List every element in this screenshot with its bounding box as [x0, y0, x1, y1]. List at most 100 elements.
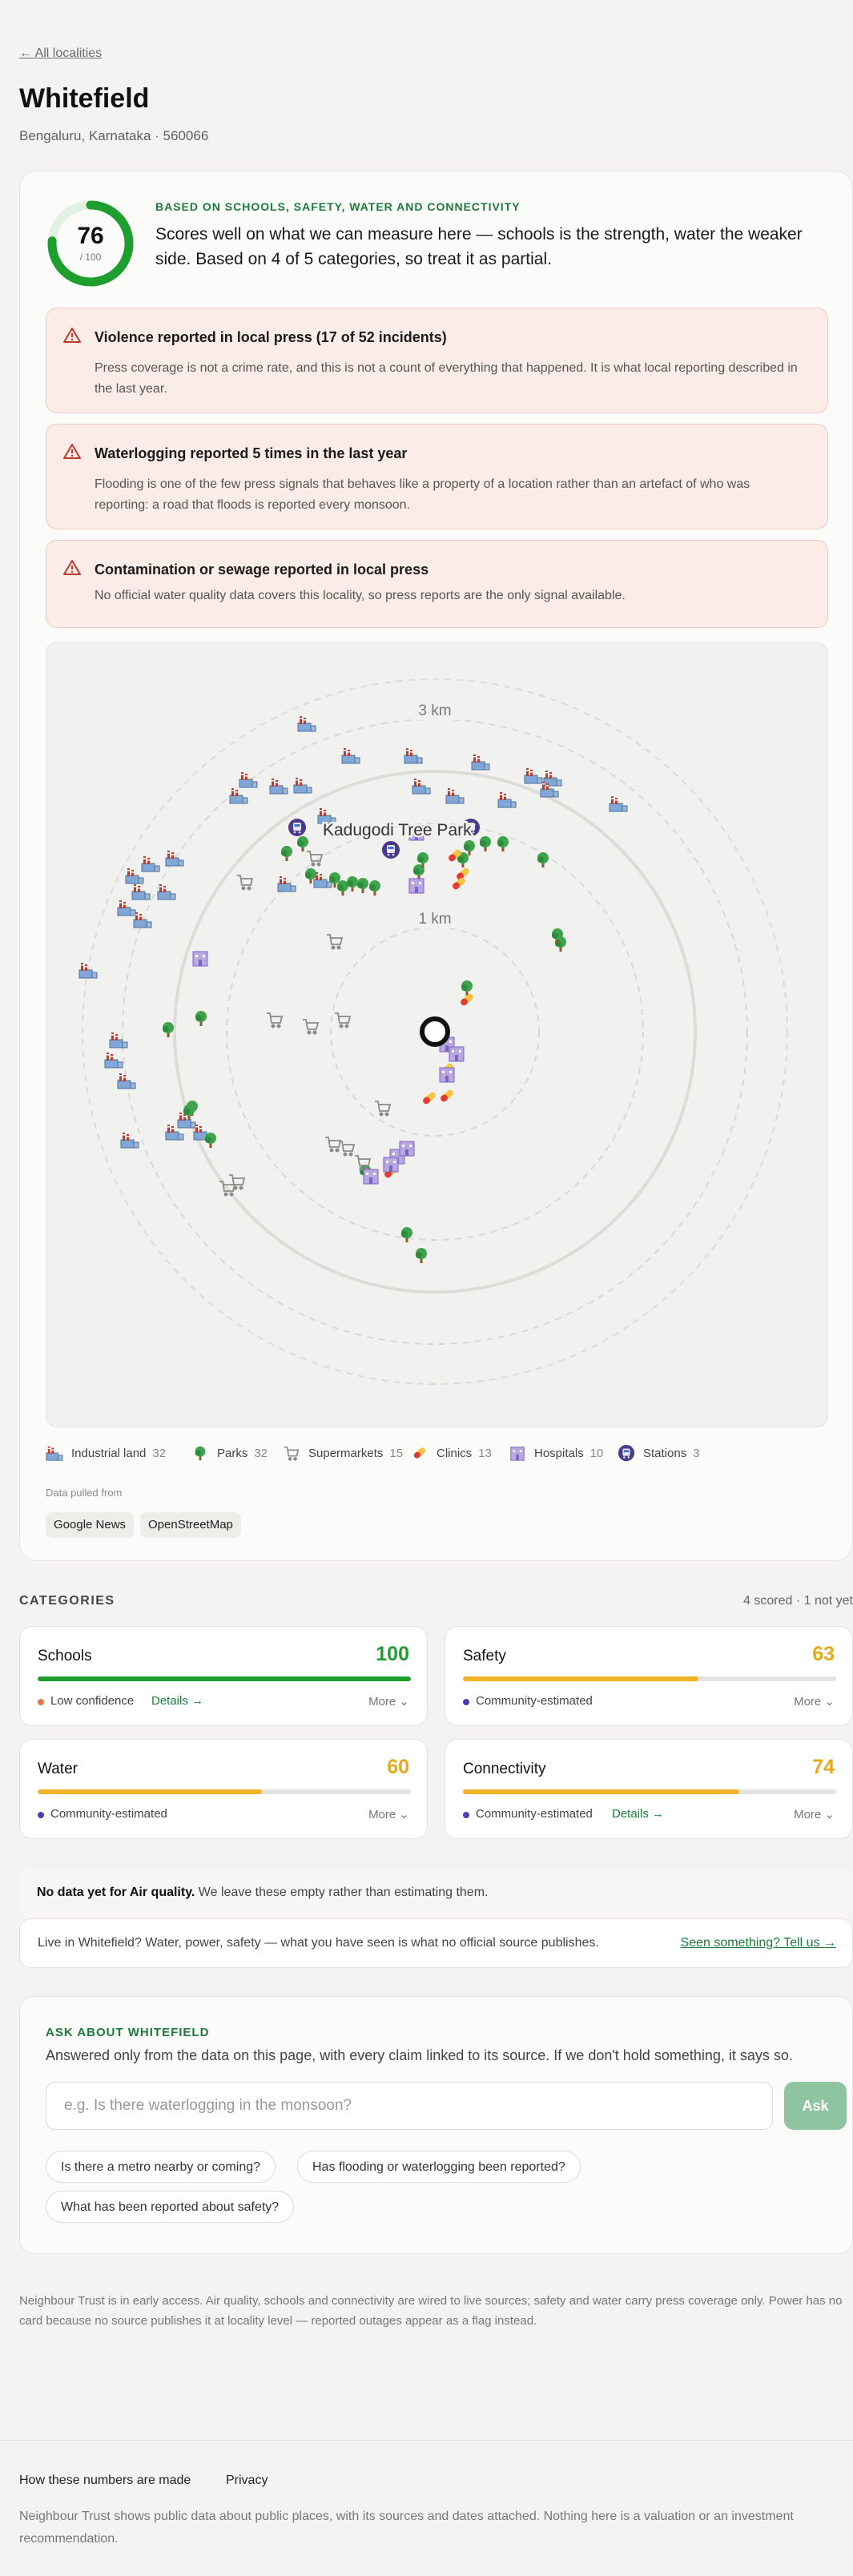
footer-link-methodology[interactable]: How these numbers are made [19, 2473, 191, 2488]
tree-marker[interactable] [497, 836, 509, 851]
legend-stations[interactable]: Stations 3 [618, 1437, 700, 1469]
factory-marker[interactable] [165, 851, 184, 867]
hospital-marker[interactable] [192, 951, 208, 967]
hospital-marker[interactable] [439, 1067, 455, 1083]
hospital-marker[interactable] [449, 1046, 465, 1062]
category-bar [38, 1789, 411, 1794]
cart-marker[interactable] [339, 1141, 356, 1157]
more-toggle[interactable]: More ⌄ [794, 1807, 835, 1821]
factory-marker[interactable] [131, 884, 151, 900]
alert-waterlogging[interactable]: Waterlogging reported 5 times in the las… [46, 424, 828, 529]
cart-marker[interactable] [375, 1101, 392, 1117]
alert-violence[interactable]: Violence reported in local press (17 of … [46, 308, 828, 413]
tree-marker[interactable] [461, 980, 473, 996]
legend-industrial[interactable]: Industrial land 32 [46, 1437, 166, 1469]
factory-marker[interactable] [239, 772, 258, 788]
factory-marker[interactable] [125, 868, 144, 884]
tree-marker[interactable] [369, 880, 380, 896]
category-card-connectivity[interactable]: Connectivity 74 Community-estimated Deta… [445, 1739, 853, 1839]
cart-marker[interactable] [229, 1174, 246, 1190]
category-card-water[interactable]: Water 60 Community-estimated More ⌄ [19, 1739, 428, 1839]
highlight-label: Kadugodi Tree Park [323, 821, 472, 839]
factory-marker[interactable] [293, 778, 312, 794]
station-marker[interactable] [382, 841, 400, 859]
tree-marker[interactable] [281, 846, 292, 861]
hospital-marker[interactable] [399, 1141, 415, 1157]
pill-marker[interactable] [440, 1089, 455, 1103]
cart-marker[interactable] [355, 1155, 372, 1171]
legend-hospitals[interactable]: Hospitals 10 [509, 1437, 603, 1469]
more-toggle[interactable]: More ⌄ [368, 1807, 409, 1821]
factory-marker[interactable] [104, 1053, 123, 1069]
factory-marker[interactable] [269, 779, 288, 795]
tree-marker[interactable] [337, 880, 348, 896]
suggestion-chip[interactable]: Has flooding or waterlogging been report… [297, 2151, 581, 2183]
factory-marker[interactable] [157, 884, 176, 900]
factory-marker[interactable] [609, 796, 628, 812]
legend-supermarkets[interactable]: Supermarkets 15 [283, 1437, 403, 1469]
footer-link-privacy[interactable]: Privacy [226, 2473, 268, 2488]
details-link[interactable]: Details → [612, 1807, 664, 1821]
factory-marker[interactable] [117, 900, 136, 916]
legend-clinics[interactable]: Clinics 13 [411, 1437, 492, 1469]
ask-button[interactable]: Ask [784, 2082, 847, 2130]
factory-marker[interactable] [78, 963, 98, 979]
factory-marker[interactable] [141, 856, 160, 872]
cart-marker[interactable] [303, 1019, 320, 1035]
tree-marker[interactable] [416, 1248, 427, 1263]
factory-marker[interactable] [524, 768, 543, 784]
factory-marker[interactable] [133, 912, 152, 928]
cart-marker[interactable] [237, 875, 254, 891]
report-link[interactable]: Seen something? Tell us → [681, 1936, 836, 1950]
category-card-schools[interactable]: Schools 100 Low confidence Details → Mor… [19, 1626, 428, 1726]
cart-marker[interactable] [327, 934, 344, 950]
legend-parks[interactable]: Parks 32 [191, 1437, 268, 1469]
factory-marker[interactable] [277, 876, 296, 892]
tree-marker[interactable] [480, 836, 491, 851]
station-marker[interactable] [288, 819, 306, 836]
cart-marker[interactable] [335, 1012, 352, 1028]
cart-marker[interactable] [325, 1137, 342, 1153]
factory-marker[interactable] [120, 1133, 139, 1149]
tree-marker[interactable] [297, 836, 308, 851]
ask-input[interactable] [46, 2082, 773, 2130]
factory-marker[interactable] [497, 792, 517, 808]
suggestion-chip[interactable]: Is there a metro nearby or coming? [46, 2151, 276, 2183]
tree-marker[interactable] [537, 852, 549, 867]
hospital-marker[interactable] [408, 878, 424, 894]
more-toggle[interactable]: More ⌄ [368, 1694, 409, 1709]
factory-marker[interactable] [117, 1073, 136, 1089]
more-toggle[interactable]: More ⌄ [794, 1694, 835, 1709]
tree-marker[interactable] [401, 1227, 412, 1242]
tree-marker[interactable] [205, 1133, 216, 1148]
tree-marker[interactable] [357, 878, 368, 893]
factory-marker[interactable] [471, 755, 490, 771]
tree-marker[interactable] [347, 876, 358, 892]
cart-marker[interactable] [267, 1012, 284, 1028]
poi-map[interactable]: 1 km 3 km Kadugodi Tree Park [46, 642, 828, 1427]
category-card-safety[interactable]: Safety 63 Community-estimated More ⌄ [445, 1626, 853, 1726]
tree-marker[interactable] [163, 1022, 174, 1037]
factory-marker[interactable] [412, 779, 431, 795]
suggestion-chip[interactable]: What has been reported about safety? [46, 2191, 295, 2223]
back-link[interactable]: ← All localities [19, 46, 102, 61]
factory-marker[interactable] [229, 788, 248, 804]
factory-marker[interactable] [404, 748, 423, 764]
map-canvas[interactable]: 1 km 3 km Kadugodi Tree Park [46, 643, 828, 1427]
alert-contamination[interactable]: Contamination or sewage reported in loca… [46, 540, 828, 628]
factory-marker[interactable] [341, 748, 360, 764]
details-link[interactable]: Details → [151, 1694, 203, 1708]
category-score: 60 [387, 1756, 409, 1778]
category-name: Safety [463, 1648, 506, 1664]
factory-marker[interactable] [109, 1032, 128, 1049]
factory-marker[interactable] [445, 788, 465, 804]
hospital-marker[interactable] [363, 1169, 379, 1185]
score-value: 76 [77, 223, 104, 249]
hospital-marker[interactable] [383, 1157, 399, 1173]
pill-marker[interactable] [422, 1091, 437, 1105]
tree-marker[interactable] [195, 1011, 207, 1026]
source-chip[interactable]: Google News [46, 1512, 135, 1538]
source-chip[interactable]: OpenStreetMap [140, 1512, 241, 1538]
factory-marker[interactable] [313, 872, 332, 888]
factory-marker[interactable] [297, 716, 316, 732]
